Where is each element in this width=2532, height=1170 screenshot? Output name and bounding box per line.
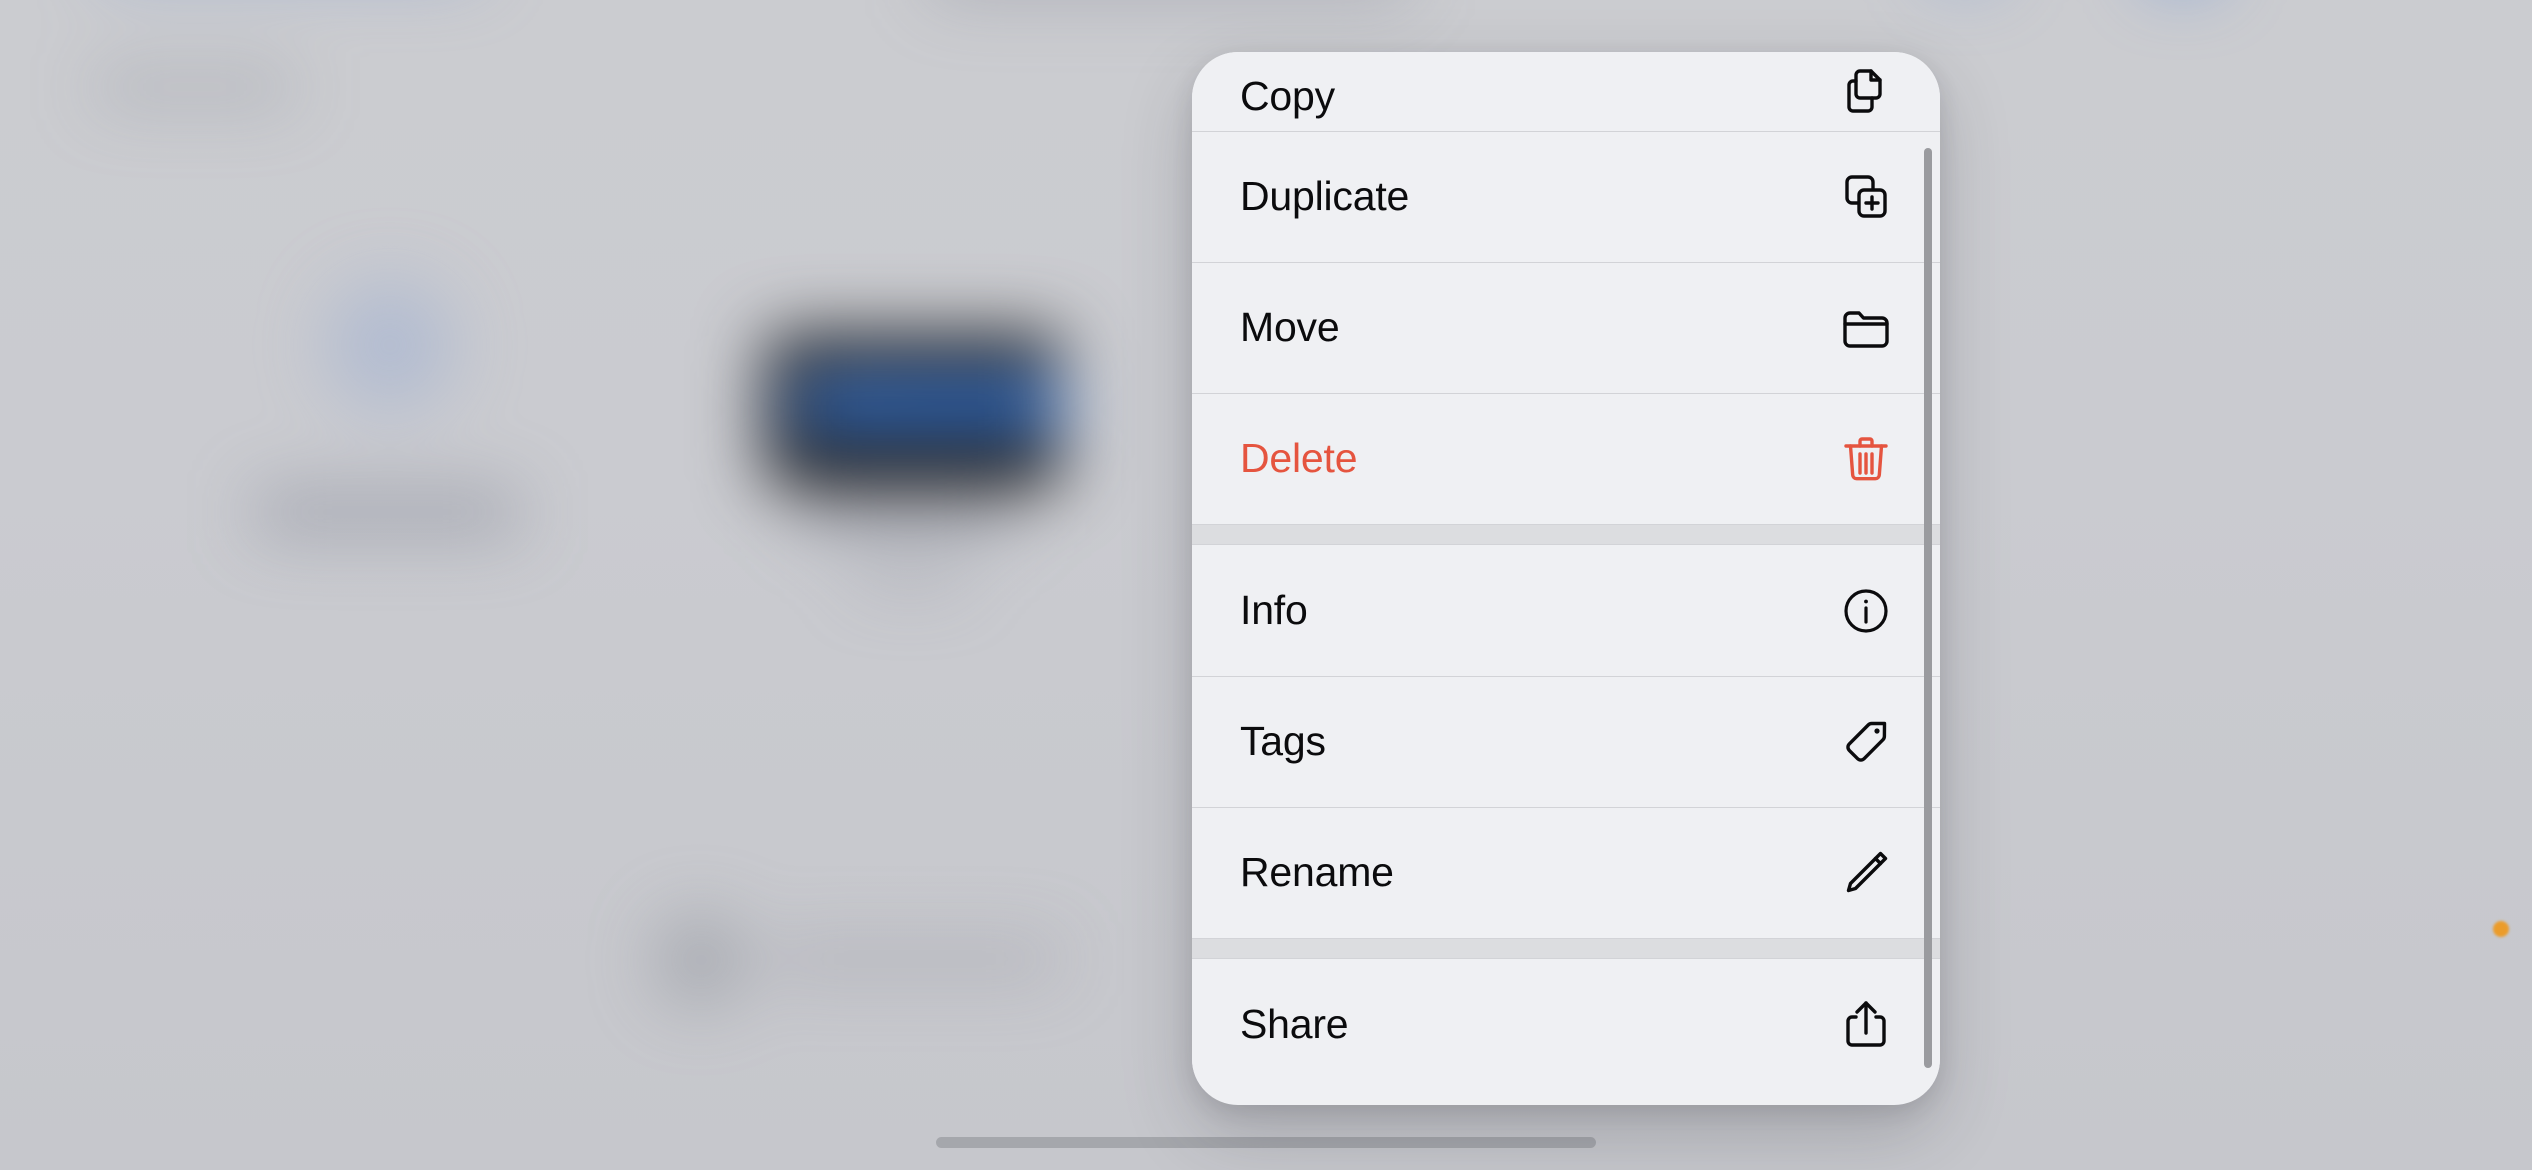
info-circle-icon xyxy=(1840,585,1892,637)
tag-icon xyxy=(1840,716,1892,768)
bg-audio-clip-label: 2025-09-12 · Untitled Audio xyxy=(803,386,889,393)
bg-grid-item-label xyxy=(255,490,520,534)
bg-nav-subtitle xyxy=(95,70,295,104)
menu-item-share-label: Share xyxy=(1240,1001,1349,1047)
bg-audio-project-thumbnail: 2025-09-12 · Untitled Audio + xyxy=(765,335,1060,485)
share-icon xyxy=(1840,999,1892,1051)
microphone-in-use-indicator-icon xyxy=(2493,921,2509,937)
pencil-icon xyxy=(1840,847,1892,899)
folder-icon xyxy=(1840,302,1892,354)
duplicate-icon xyxy=(1840,171,1892,223)
screen: 2025-09-12 · Untitled Audio + Copy Dupli… xyxy=(0,0,2532,1170)
menu-group-separator xyxy=(1192,938,1940,959)
menu-item-tags[interactable]: Tags xyxy=(1192,676,1940,807)
trash-icon xyxy=(1840,433,1892,485)
bg-bottom-label xyxy=(770,940,1060,978)
bg-audio-track-clip: 2025-09-12 · Untitled Audio xyxy=(797,383,1060,425)
menu-item-move[interactable]: Move xyxy=(1192,262,1940,393)
menu-item-duplicate-label: Duplicate xyxy=(1240,173,1410,219)
context-menu-scrollbar[interactable] xyxy=(1924,148,1932,1068)
menu-item-rename[interactable]: Rename xyxy=(1192,807,1940,938)
menu-item-delete[interactable]: Delete xyxy=(1192,393,1940,524)
bg-audio-project-label xyxy=(800,490,1015,532)
bg-add-track-icon: + xyxy=(776,452,786,471)
menu-item-tags-label: Tags xyxy=(1240,718,1326,764)
bg-bottom-icon xyxy=(655,915,745,1005)
file-context-menu[interactable]: Copy Duplicate Move Delete Info Tags Ren… xyxy=(1192,52,1940,1105)
menu-item-rename-label: Rename xyxy=(1240,849,1394,895)
menu-item-delete-label: Delete xyxy=(1240,435,1358,481)
context-menu-scroll-area[interactable]: Copy Duplicate Move Delete Info Tags Ren… xyxy=(1192,52,1940,1105)
menu-item-info-label: Info xyxy=(1240,587,1308,633)
bg-audio-waveform xyxy=(797,398,1060,410)
menu-item-duplicate[interactable]: Duplicate xyxy=(1192,131,1940,262)
menu-group-separator xyxy=(1192,524,1940,545)
menu-item-move-label: Move xyxy=(1240,304,1340,350)
copy-icon xyxy=(1840,65,1892,117)
bg-audio-ruler xyxy=(797,335,1060,359)
bg-grid-item-icon xyxy=(325,280,455,410)
menu-item-info[interactable]: Info xyxy=(1192,545,1940,676)
home-indicator xyxy=(936,1137,1596,1148)
bg-audio-project-sublabel xyxy=(855,560,965,586)
menu-item-copy-label: Copy xyxy=(1240,73,1335,119)
menu-item-share[interactable]: Share xyxy=(1192,959,1940,1090)
menu-item-copy[interactable]: Copy xyxy=(1192,52,1940,131)
